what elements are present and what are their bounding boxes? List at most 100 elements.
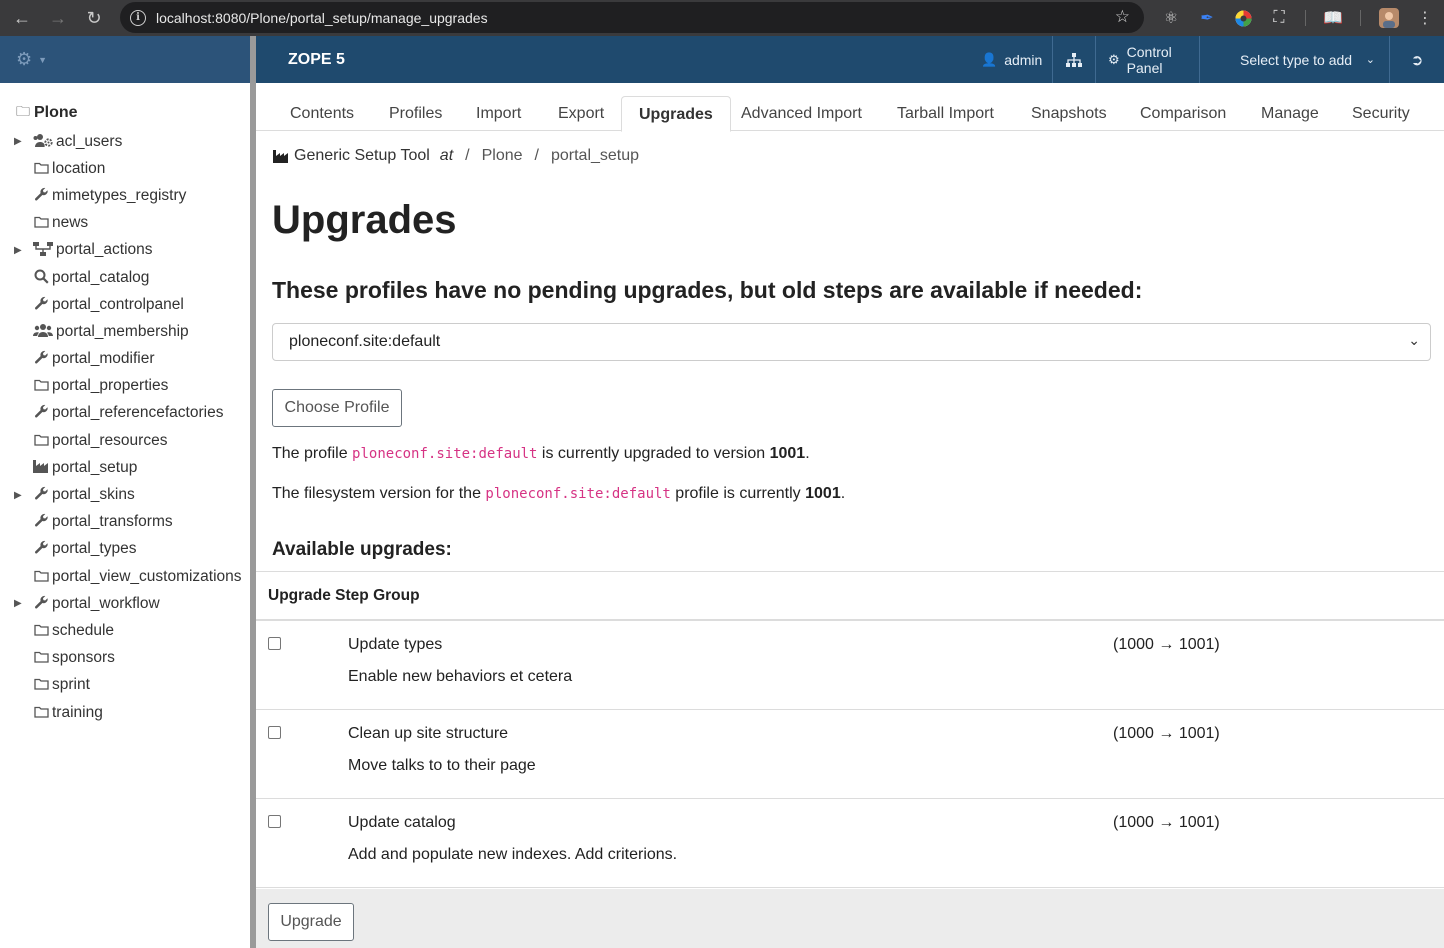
tree-item-portal-actions[interactable]: ▶ portal_actions — [0, 237, 250, 264]
tab-security[interactable]: Security — [1335, 96, 1427, 131]
upgrade-step-checkbox[interactable] — [268, 726, 281, 739]
pen-extension-icon[interactable]: ✒ — [1192, 0, 1222, 36]
tree-item-portal-setup[interactable]: portal_setup — [0, 454, 250, 481]
tree-item-portal-view-customizations[interactable]: portal_view_customizations — [0, 563, 250, 590]
address-bar[interactable]: i localhost:8080/Plone/portal_setup/mana… — [120, 2, 1144, 33]
wrench-icon — [32, 296, 50, 314]
upgrade-step-description: Enable new behaviors et cetera — [348, 668, 573, 685]
industry-icon — [273, 150, 288, 163]
tab-tarball-import[interactable]: Tarball Import — [880, 96, 1011, 131]
upgrade-step-version: (1000 → 1001) — [1113, 814, 1220, 831]
tree-item-training[interactable]: training — [0, 699, 250, 726]
main-content: Contents Profiles Import Export Upgrades Adva… — [256, 83, 1444, 948]
tree-item-label: portal_setup — [52, 458, 138, 476]
tree-item-portal-transforms[interactable]: portal_transforms — [0, 509, 250, 536]
tree-item-portal-skins[interactable]: ▶ portal_skins — [0, 481, 250, 508]
forward-arrow-icon[interactable]: → — [40, 0, 76, 36]
breadcrumb-portal-setup[interactable]: portal_setup — [551, 147, 639, 165]
sitemap-button[interactable] — [1052, 36, 1095, 83]
reload-icon[interactable]: ↻ — [76, 0, 112, 36]
tree-item-portal-workflow[interactable]: ▶ portal_workflow — [0, 590, 250, 617]
profile-code: ploneconf.site:default — [352, 446, 538, 462]
add-type-select[interactable]: Select type to add ⌄ — [1199, 36, 1389, 83]
zope-topbar: ⚙ ▼ ZOPE 5 👤 admin ⚙ Control Panel Select… — [0, 36, 1444, 83]
tree-item-portal-properties[interactable]: portal_properties — [0, 373, 250, 400]
logout-button[interactable]: ➲ — [1389, 36, 1444, 83]
tab-manage[interactable]: Manage — [1244, 96, 1336, 131]
tree-item-mimetypes-registry[interactable]: mimetypes_registry — [0, 182, 250, 209]
tree-item-label: mimetypes_registry — [52, 186, 187, 204]
folder-icon — [32, 433, 50, 449]
control-panel-label: Control Panel — [1126, 43, 1172, 76]
zope-brand[interactable]: ZOPE 5 — [288, 36, 345, 83]
wrench-icon — [32, 486, 50, 504]
expand-triangle-icon[interactable]: ▶ — [14, 490, 22, 501]
form-footer: Upgrade — [256, 889, 1444, 948]
industry-icon — [32, 459, 50, 476]
user-name: admin — [1004, 51, 1043, 68]
tree-root-label: Plone — [34, 104, 78, 121]
control-panel-link[interactable]: ⚙ Control Panel — [1095, 36, 1199, 83]
color-extension-icon[interactable] — [1228, 0, 1258, 36]
tree-item-label: portal_view_customizations — [52, 567, 242, 585]
tab-contents[interactable]: Contents — [273, 96, 371, 131]
object-tree: 🗀 Plone ▶ acl_users location mimetypes_regi… — [0, 83, 250, 948]
upgrade-button[interactable]: Upgrade — [268, 903, 354, 941]
tree-item-portal-controlpanel[interactable]: portal_controlpanel — [0, 291, 250, 318]
profile-select[interactable]: ploneconf.site:default ⌄ — [272, 323, 1431, 361]
upgrades-table: Upgrade Step Group Update types Enable ne… — [256, 571, 1444, 888]
page-subtitle: These profiles have no pending upgrades,… — [272, 277, 1143, 303]
tree-root[interactable]: 🗀 Plone — [16, 101, 78, 125]
back-arrow-icon[interactable]: ← — [4, 0, 40, 36]
tree-item-portal-types[interactable]: portal_types — [0, 536, 250, 563]
puzzle-extensions-icon[interactable]: ⛶ — [1264, 0, 1294, 36]
tree-item-news[interactable]: news — [0, 210, 250, 237]
upgrade-step-checkbox[interactable] — [268, 637, 281, 650]
tab-advanced-import[interactable]: Advanced Import — [724, 96, 879, 131]
gear-icon: ⚙ — [16, 49, 33, 69]
upgrade-step-checkbox[interactable] — [268, 815, 281, 828]
tree-item-acl-users[interactable]: ▶ acl_users — [0, 128, 250, 155]
user-menu[interactable]: 👤 admin — [966, 36, 1052, 83]
wrench-icon — [32, 595, 50, 613]
tree-item-label: portal_types — [52, 540, 137, 558]
tree-item-sponsors[interactable]: sponsors — [0, 645, 250, 672]
bookmark-star-icon[interactable]: ☆ — [1115, 7, 1130, 27]
site-info-icon[interactable]: i — [130, 9, 146, 26]
tree-item-portal-catalog[interactable]: portal_catalog — [0, 264, 250, 291]
tree-item-label: schedule — [52, 621, 115, 639]
tab-comparison[interactable]: Comparison — [1123, 96, 1243, 131]
current-version-text: The profile ploneconf.site:default is cu… — [272, 445, 810, 462]
tree-item-portal-membership[interactable]: portal_membership — [0, 318, 250, 345]
tree-item-location[interactable]: location — [0, 155, 250, 182]
tree-item-portal-referencefactories[interactable]: portal_referencefactories — [0, 400, 250, 427]
tab-upgrades[interactable]: Upgrades — [621, 96, 731, 132]
tree-item-portal-modifier[interactable]: portal_modifier — [0, 346, 250, 373]
folder-icon — [32, 623, 50, 639]
tree-item-label: acl_users — [56, 132, 123, 150]
breadcrumb-plone[interactable]: Plone — [482, 147, 523, 165]
tab-export[interactable]: Export — [541, 96, 621, 131]
expand-triangle-icon[interactable]: ▶ — [14, 598, 22, 609]
tree-item-portal-resources[interactable]: portal_resources — [0, 427, 250, 454]
tree-item-sprint[interactable]: sprint — [0, 672, 250, 699]
reading-list-icon[interactable]: 📖 — [1318, 0, 1348, 36]
react-devtools-icon[interactable]: ⚛ — [1156, 0, 1186, 36]
tab-snapshots[interactable]: Snapshots — [1014, 96, 1124, 131]
tree-item-label: sprint — [52, 676, 90, 694]
table-header-label: Upgrade Step Group — [268, 587, 420, 604]
browser-menu-icon[interactable]: ⋮ — [1410, 0, 1440, 36]
tab-profiles[interactable]: Profiles — [372, 96, 459, 131]
folder-icon — [32, 569, 50, 585]
settings-menu[interactable]: ⚙ ▼ — [0, 36, 252, 83]
choose-profile-button[interactable]: Choose Profile — [272, 389, 402, 427]
tree-item-schedule[interactable]: schedule — [0, 617, 250, 644]
profile-avatar-icon[interactable] — [1374, 0, 1404, 36]
expand-triangle-icon[interactable]: ▶ — [14, 245, 22, 256]
folder-icon — [32, 705, 50, 721]
expand-triangle-icon[interactable]: ▶ — [14, 136, 22, 147]
profile-code: ploneconf.site:default — [485, 486, 671, 502]
upgrade-step-name: Clean up site structure — [348, 725, 509, 742]
current-version: 1001 — [769, 445, 806, 462]
tab-import[interactable]: Import — [459, 96, 538, 131]
